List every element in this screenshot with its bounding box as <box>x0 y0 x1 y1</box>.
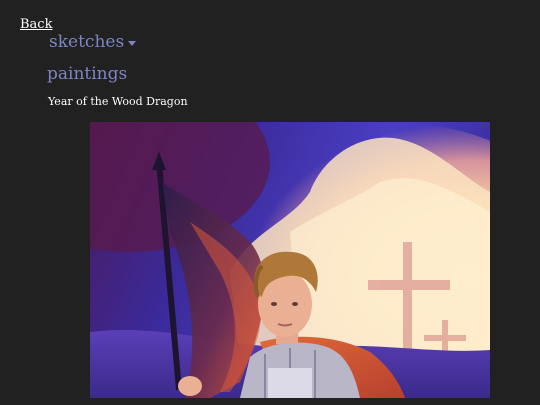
painting-image <box>90 122 490 398</box>
back-link[interactable]: Back <box>20 17 52 33</box>
nav-sketches-dropdown[interactable]: sketches <box>49 31 137 53</box>
nav-sketches-label: sketches <box>49 32 125 52</box>
nav-paintings-link[interactable]: paintings <box>47 63 127 85</box>
page-subtitle: Year of the Wood Dragon <box>48 95 188 108</box>
chevron-down-icon <box>128 40 137 46</box>
